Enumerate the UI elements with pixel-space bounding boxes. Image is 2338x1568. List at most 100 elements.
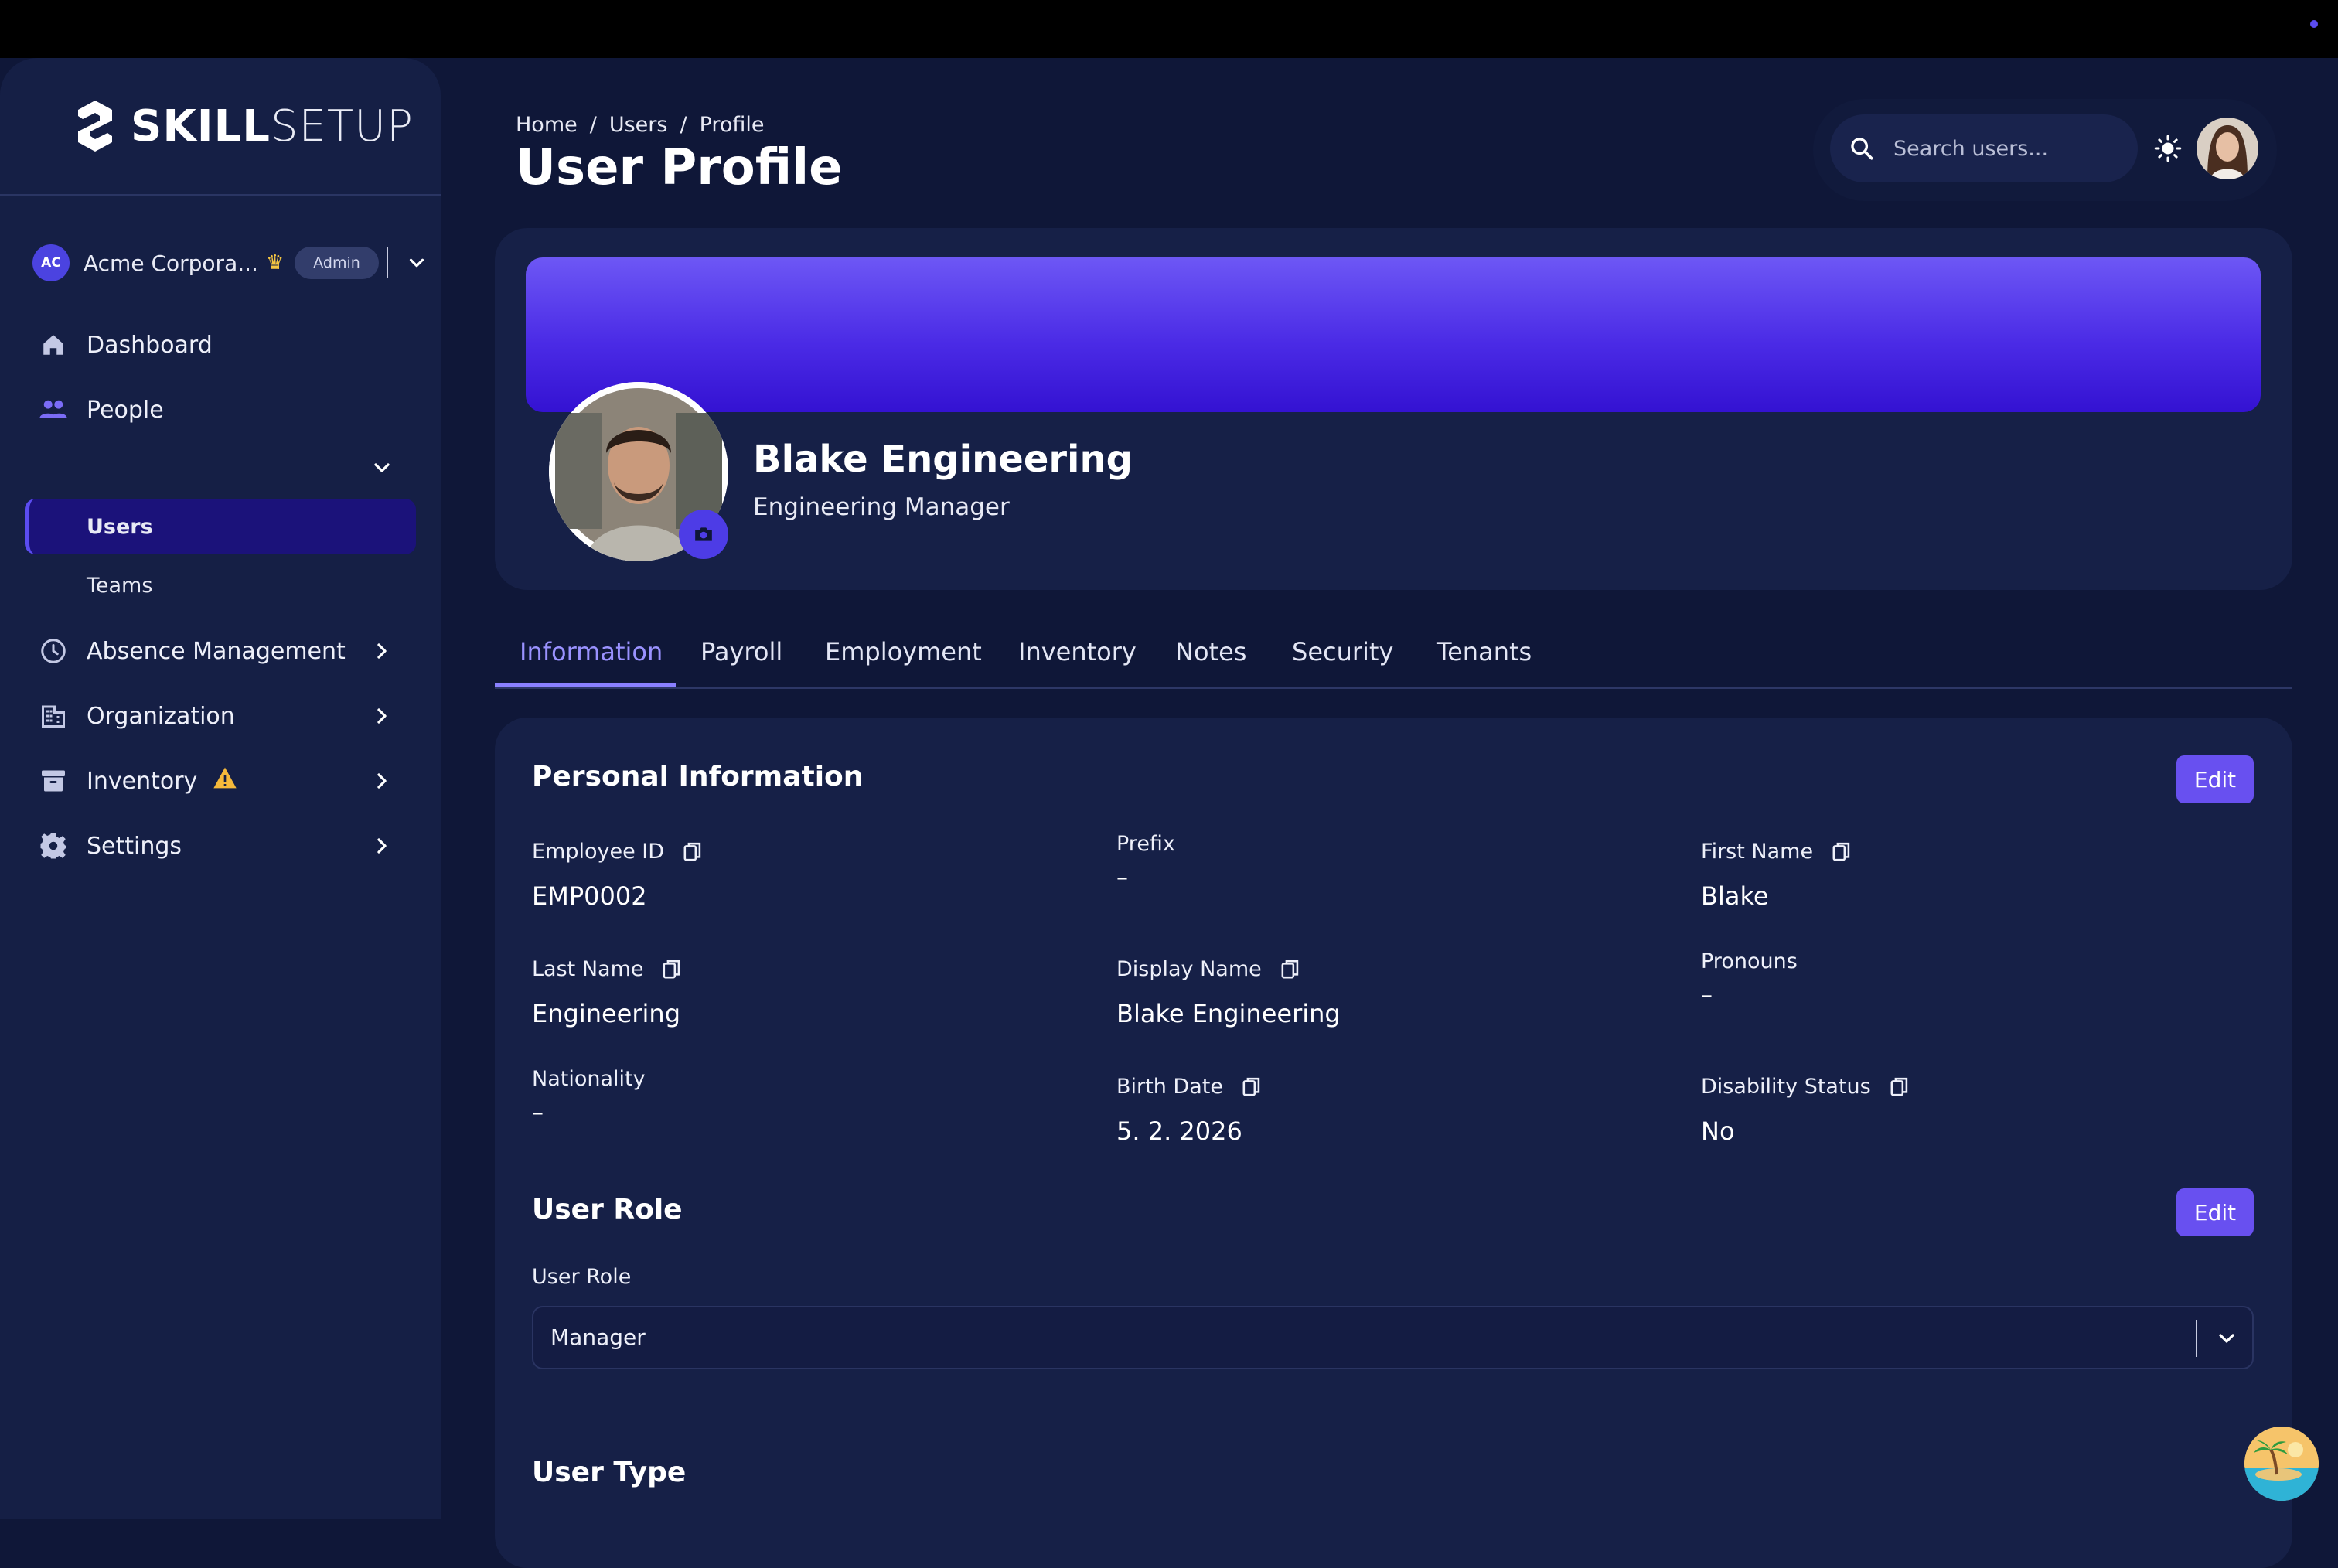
- tab-security[interactable]: Security: [1292, 637, 1393, 666]
- search-box[interactable]: [1830, 114, 2138, 182]
- chevron-down-icon[interactable]: [370, 455, 394, 480]
- status-dot: [2310, 20, 2318, 28]
- chevron-down-icon[interactable]: [2214, 1326, 2239, 1351]
- field-label-employee-id: Employee ID: [532, 840, 703, 864]
- archive-icon: [37, 765, 70, 797]
- user-role-select[interactable]: Manager: [532, 1306, 2254, 1369]
- field-value-display-name: Blake Engineering: [1116, 999, 1341, 1028]
- sidebar-item-label: Settings: [87, 832, 182, 860]
- breadcrumb-users[interactable]: Users: [609, 113, 668, 137]
- tab-notes[interactable]: Notes: [1175, 637, 1246, 666]
- sidebar-divider: [0, 194, 441, 196]
- field-value-last-name: Engineering: [532, 999, 680, 1028]
- sidebar-item-organization[interactable]: Organization: [37, 693, 235, 739]
- sidebar-item-inventory[interactable]: Inventory: [37, 758, 237, 804]
- org-avatar: AC: [32, 244, 70, 281]
- field-value-first-name: Blake: [1701, 881, 1769, 911]
- profile-job-title: Engineering Manager: [753, 493, 1010, 521]
- search-input[interactable]: [1892, 135, 2127, 162]
- clock-icon: [37, 635, 70, 667]
- chevron-right-icon[interactable]: [370, 769, 394, 793]
- select-separator: [2196, 1320, 2197, 1357]
- field-label-prefix: Prefix: [1116, 832, 1175, 856]
- field-value-nationality: –: [532, 1099, 544, 1127]
- logo-icon: [78, 101, 112, 152]
- breadcrumb: Home / Users / Profile: [516, 113, 765, 137]
- field-label-disability-status: Disability Status: [1701, 1075, 1910, 1099]
- copy-icon[interactable]: [662, 959, 682, 980]
- active-tab-indicator: [495, 683, 676, 687]
- sidebar-item-label: Absence Management: [87, 637, 346, 665]
- field-value-pronouns: –: [1701, 982, 1713, 1009]
- brand-name: SKILLSETUP: [131, 101, 414, 152]
- profile-name: Blake Engineering: [753, 438, 1133, 481]
- field-label-first-name: First Name: [1701, 840, 1852, 864]
- copy-icon[interactable]: [1280, 959, 1300, 980]
- page-title: User Profile: [516, 139, 843, 196]
- org-separator: [386, 247, 388, 278]
- breadcrumb-home[interactable]: Home: [516, 113, 578, 137]
- sidebar-item-teams[interactable]: Teams: [25, 557, 416, 613]
- breadcrumb-profile: Profile: [699, 113, 765, 137]
- field-label-last-name: Last Name: [532, 957, 682, 981]
- brand-logo[interactable]: SKILLSETUP: [73, 95, 414, 157]
- section-title-user-type: User Type: [532, 1457, 687, 1488]
- building-icon: [37, 700, 70, 732]
- sidebar-item-label: People: [87, 396, 164, 424]
- crown-icon: ♛: [265, 251, 285, 274]
- change-photo-button[interactable]: [679, 510, 728, 559]
- org-name: Acme Corpora...: [84, 250, 258, 276]
- field-label-pronouns: Pronouns: [1701, 949, 1798, 973]
- field-label-display-name: Display Name: [1116, 957, 1300, 981]
- chevron-right-icon[interactable]: [370, 833, 394, 858]
- sidebar-item-settings[interactable]: Settings: [37, 823, 182, 869]
- breadcrumb-separator: /: [589, 113, 597, 137]
- tab-payroll[interactable]: Payroll: [700, 637, 782, 666]
- sidebar-item-label: Organization: [87, 702, 235, 730]
- chevron-right-icon[interactable]: [370, 704, 394, 728]
- sidebar: SKILLSETUP AC Acme Corpora... ♛ Admin Da…: [0, 58, 441, 1519]
- field-label-user-role: User Role: [532, 1265, 632, 1289]
- gear-icon: [37, 830, 70, 862]
- field-value-prefix: –: [1116, 864, 1128, 891]
- tab-tenants[interactable]: Tenants: [1437, 637, 1532, 666]
- section-title-user-role: User Role: [532, 1194, 683, 1225]
- copy-icon[interactable]: [1890, 1076, 1910, 1098]
- breadcrumb-separator: /: [680, 113, 687, 137]
- warning-icon: [213, 766, 237, 796]
- island-icon: [2244, 1427, 2319, 1501]
- edit-user-role-button[interactable]: Edit: [2176, 1188, 2254, 1236]
- chevron-right-icon[interactable]: [370, 639, 394, 663]
- copy-icon[interactable]: [683, 841, 703, 863]
- tab-employment[interactable]: Employment: [825, 637, 982, 666]
- sidebar-item-dashboard[interactable]: Dashboard: [37, 322, 213, 368]
- field-value-employee-id: EMP0002: [532, 881, 647, 911]
- camera-icon: [695, 527, 712, 541]
- copy-icon[interactable]: [1242, 1076, 1262, 1098]
- field-label-nationality: Nationality: [532, 1067, 646, 1091]
- home-icon: [37, 329, 70, 361]
- tab-inventory[interactable]: Inventory: [1018, 637, 1137, 666]
- sidebar-item-people[interactable]: People: [37, 387, 164, 433]
- search-icon: [1851, 138, 1873, 160]
- field-value-disability-status: No: [1701, 1116, 1735, 1146]
- edit-personal-button[interactable]: Edit: [2176, 755, 2254, 803]
- profile-banner: [526, 257, 2261, 412]
- avatar[interactable]: [2197, 118, 2258, 179]
- chevron-down-icon[interactable]: [405, 251, 428, 274]
- copy-icon[interactable]: [1832, 841, 1852, 863]
- section-title-personal-information: Personal Information: [532, 761, 864, 793]
- org-switcher[interactable]: AC Acme Corpora... ♛ Admin: [32, 236, 428, 290]
- sidebar-item-label: Users: [87, 514, 153, 539]
- sidebar-item-absence-management[interactable]: Absence Management: [37, 628, 346, 674]
- sidebar-item-label: Teams: [87, 573, 153, 598]
- field-value-birth-date: 5. 2. 2026: [1116, 1116, 1242, 1146]
- profile-tabs: Information Payroll Employment Inventory…: [495, 619, 2292, 689]
- people-icon: [37, 394, 70, 426]
- floating-widget-button[interactable]: [2244, 1427, 2319, 1501]
- sidebar-item-users[interactable]: Users: [25, 499, 416, 554]
- sidebar-item-label: Inventory: [87, 767, 198, 795]
- top-bar: [0, 0, 2338, 58]
- sun-icon[interactable]: [2154, 135, 2182, 162]
- tab-information[interactable]: Information: [520, 637, 663, 666]
